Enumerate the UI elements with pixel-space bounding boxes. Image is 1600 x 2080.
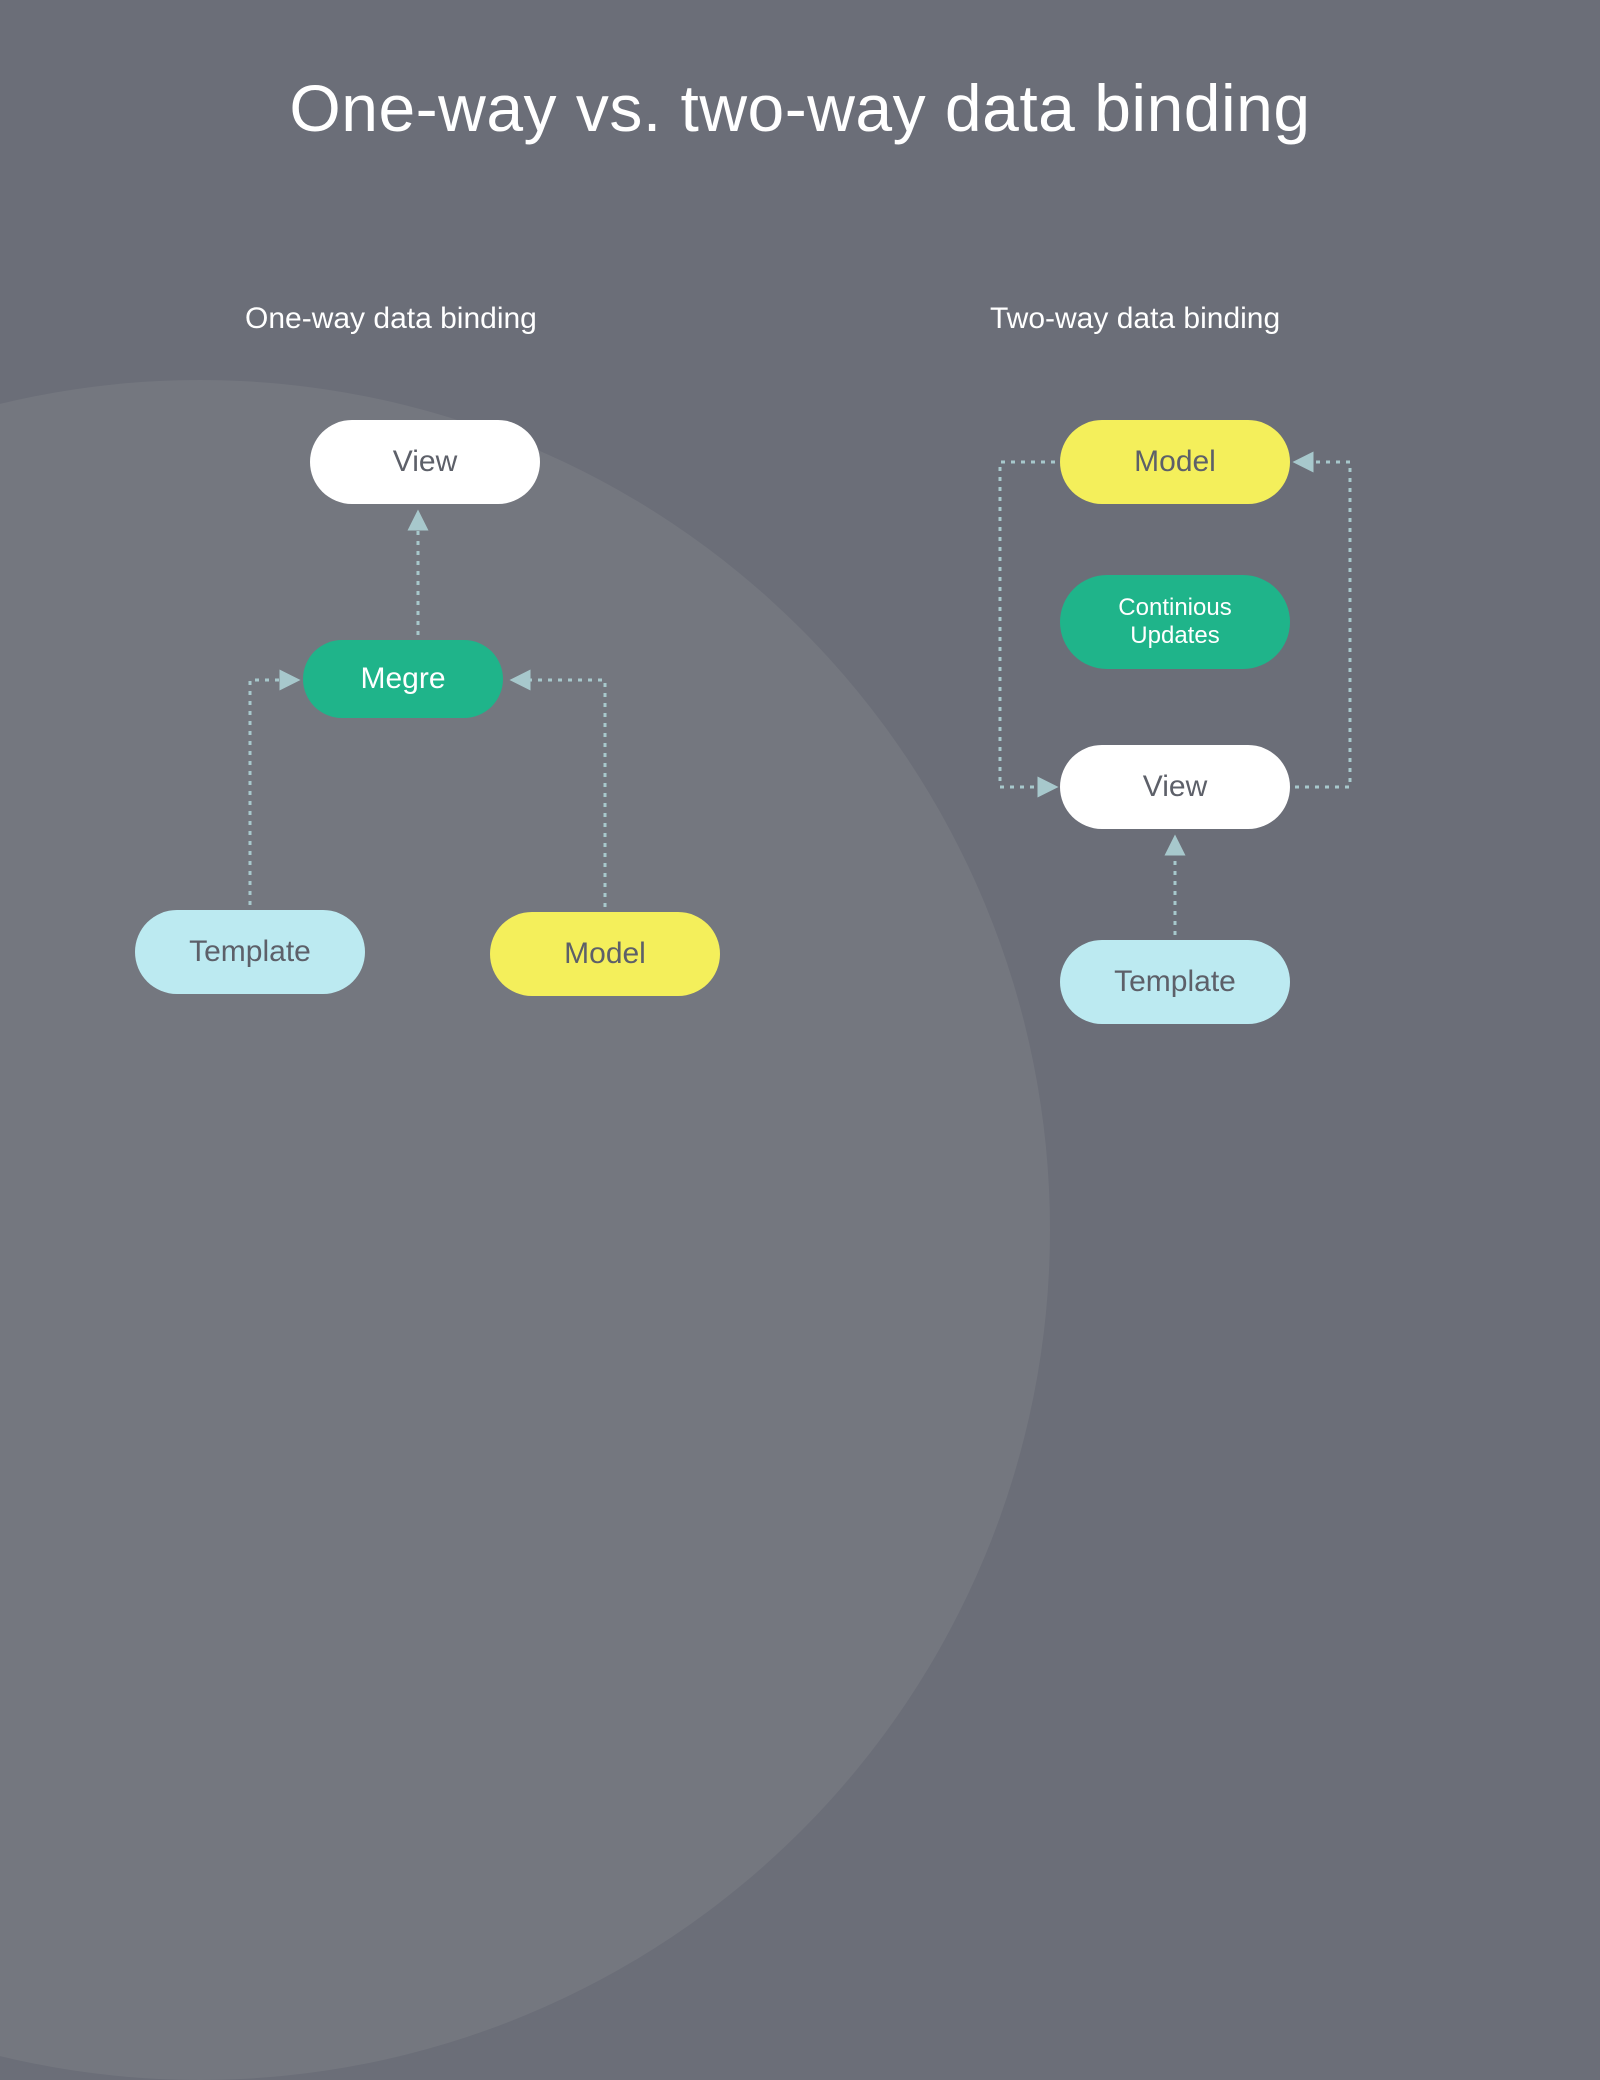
left-template-node: Template [135,910,365,994]
left-view-node: View [310,420,540,504]
left-model-node: Model [490,912,720,996]
right-subtitle: Two-way data binding [990,302,1280,336]
right-template-label: Template [1114,965,1236,1000]
main-title: One-way vs. two-way data binding [0,70,1600,146]
arrow-model-to-view [1000,462,1055,787]
left-subtitle: One-way data binding [245,302,537,336]
right-view-node: View [1060,745,1290,829]
right-updates-node: Continious Updates [1060,575,1290,669]
right-model-node: Model [1060,420,1290,504]
diagram-canvas: One-way vs. two-way data binding One-way… [0,0,1600,1137]
right-template-node: Template [1060,940,1290,1024]
arrow-view-to-model [1295,462,1350,787]
right-view-label: View [1143,770,1207,805]
left-merge-node: Megre [303,640,503,718]
left-model-label: Model [564,937,646,972]
right-updates-label: Continious Updates [1088,594,1262,649]
right-model-label: Model [1134,445,1216,480]
background-circle [0,380,1050,2080]
left-merge-label: Megre [360,662,445,697]
left-template-label: Template [189,935,311,970]
left-view-label: View [393,445,457,480]
